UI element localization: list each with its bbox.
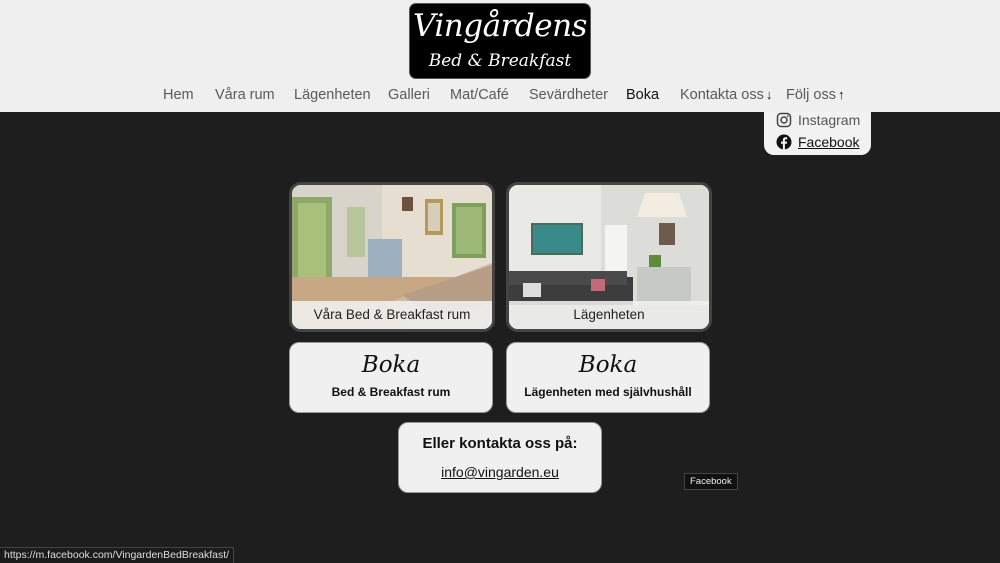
nav-item-galleri[interactable]: Galleri xyxy=(388,87,430,103)
contact-box: Eller kontakta oss på: info@vingarden.eu xyxy=(398,422,602,493)
facebook-tooltip: Facebook xyxy=(684,473,738,490)
facebook-label: Facebook xyxy=(798,134,860,150)
boka-title: Boka xyxy=(361,352,421,378)
contact-title: Eller kontakta oss på: xyxy=(422,435,578,452)
nav-item-hem[interactable]: Hem xyxy=(163,87,194,103)
nav-item-folj-label: Följ oss xyxy=(786,87,836,103)
arrow-up-icon: ↑ xyxy=(837,87,845,102)
contact-email-link[interactable]: info@vingarden.eu xyxy=(441,464,559,480)
nav-item-vara-rum[interactable]: Våra rum xyxy=(215,87,275,103)
nav-item-kontakta-label: Kontakta oss xyxy=(680,87,764,103)
nav-item-kontakta-oss[interactable]: Kontakta oss ↓ xyxy=(680,87,772,103)
nav-item-sevardheter[interactable]: Sevärdheter xyxy=(529,87,608,103)
dropdown-item-instagram[interactable]: Instagram xyxy=(776,112,860,128)
nav-item-mat-cafe[interactable]: Mat/Café xyxy=(450,87,509,103)
boka-apartment-button[interactable]: Boka Lägenheten med självhushåll xyxy=(506,342,710,413)
nav-item-boka[interactable]: Boka xyxy=(626,87,659,103)
nav-item-folj-oss[interactable]: Följ oss ↑ xyxy=(786,87,844,103)
site-header: Vingårdens Bed & Breakfast Hem Våra rum … xyxy=(0,0,1000,112)
instagram-label: Instagram xyxy=(798,112,861,128)
nav-item-lagenheten[interactable]: Lägenheten xyxy=(294,87,371,103)
boka-bb-button[interactable]: Boka Bed & Breakfast rum xyxy=(289,342,493,413)
arrow-down-icon: ↓ xyxy=(765,87,773,102)
status-bar-url: https://m.facebook.com/VingardenBedBreak… xyxy=(0,547,235,563)
card-apartment[interactable]: Lägenheten xyxy=(506,182,712,332)
dropdown-item-facebook[interactable]: Facebook xyxy=(776,134,859,150)
card-caption: Lägenheten xyxy=(509,301,709,329)
boka-subtitle: Lägenheten med självhushåll xyxy=(524,385,692,399)
instagram-icon xyxy=(776,112,792,128)
site-logo[interactable]: Vingårdens Bed & Breakfast xyxy=(409,3,591,79)
boka-title: Boka xyxy=(578,352,638,378)
follow-dropdown: Instagram Facebook xyxy=(764,112,871,155)
main-nav: Hem Våra rum Lägenheten Galleri Mat/Café… xyxy=(0,87,1000,105)
card-caption: Våra Bed & Breakfast rum xyxy=(292,301,492,329)
boka-subtitle: Bed & Breakfast rum xyxy=(331,385,451,399)
facebook-icon xyxy=(776,134,792,150)
logo-name: Vingårdens xyxy=(413,8,587,44)
card-bb-rooms[interactable]: Våra Bed & Breakfast rum xyxy=(289,182,495,332)
logo-subtitle: Bed & Breakfast xyxy=(428,51,572,71)
